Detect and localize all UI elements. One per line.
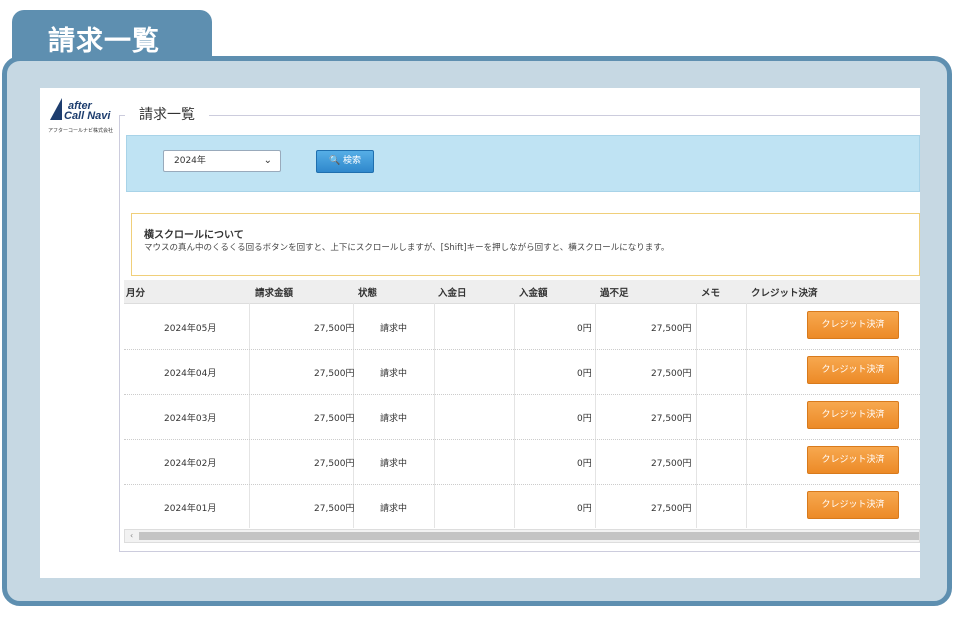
column-header-amount: 請求金額 [255,288,294,299]
column-header-credit: クレジット決済 [751,288,818,299]
cell-status: 請求中 [380,369,408,379]
notice-text: マウスの真ん中のくるくる回るボタンを回すと、上下にスクロールしますが、[Shif… [144,243,670,253]
chevron-down-icon: ⌄ [263,155,272,166]
credit-payment-button[interactable]: クレジット決済 [807,491,899,519]
table-row: 2024年04月 27,500円 請求中 0円 27,500円 クレジット決済 [124,349,920,395]
scrollbar-thumb[interactable] [139,532,919,540]
cell-amount: 27,500円 [314,324,355,334]
credit-payment-button[interactable]: クレジット決済 [807,356,899,384]
cell-amount: 27,500円 [314,504,355,514]
cell-month: 2024年02月 [164,459,217,469]
cell-balance: 27,500円 [651,414,692,424]
cell-paid-amount: 0円 [577,459,592,469]
cell-amount: 27,500円 [314,459,355,469]
credit-payment-button[interactable]: クレジット決済 [807,311,899,339]
credit-payment-button[interactable]: クレジット決済 [807,401,899,429]
horizontal-scroll-notice: 横スクロールについて マウスの真ん中のくるくる回るボタンを回すと、上下にスクロー… [131,213,920,276]
cell-month: 2024年05月 [164,324,217,334]
app-screen: after Call Navi アフターコールナビ株式会社 請求一覧 2024年… [40,88,920,578]
cell-status: 請求中 [380,459,408,469]
table-row: 2024年01月 27,500円 請求中 0円 27,500円 クレジット決済 [124,484,920,530]
cell-balance: 27,500円 [651,459,692,469]
cell-paid-amount: 0円 [577,369,592,379]
table-header: 月分 請求金額 状態 入金日 入金額 過不足 メモ クレジット決済 [124,280,920,304]
search-button-label: 検索 [343,156,362,166]
column-header-paid-amount: 入金額 [519,288,548,299]
company-logo: after Call Navi アフターコールナビ株式会社 [46,96,122,140]
page-title: 請求一覧 [48,26,160,57]
cell-paid-amount: 0円 [577,414,592,424]
logo-text-line2: Call Navi [64,110,111,122]
logo-company-name: アフターコールナビ株式会社 [48,128,114,134]
cell-balance: 27,500円 [651,504,692,514]
screenshot-frame: after Call Navi アフターコールナビ株式会社 請求一覧 2024年… [2,56,952,606]
table-row: 2024年05月 27,500円 請求中 0円 27,500円 クレジット決済 [124,304,920,350]
cell-status: 請求中 [380,504,408,514]
table-row: 2024年03月 27,500円 請求中 0円 27,500円 クレジット決済 [124,394,920,440]
cell-amount: 27,500円 [314,369,355,379]
cell-month: 2024年03月 [164,414,217,424]
table-row: 2024年02月 27,500円 請求中 0円 27,500円 クレジット決済 [124,439,920,485]
cell-amount: 27,500円 [314,414,355,424]
year-select-value: 2024年 [174,156,206,166]
section-bottom-border [119,551,920,552]
column-header-month: 月分 [126,288,146,299]
column-header-paid-date: 入金日 [438,288,467,299]
cell-status: 請求中 [380,414,408,424]
search-button[interactable]: 🔍 検索 [316,150,374,173]
section-left-border [119,115,120,551]
column-header-status: 状態 [358,288,378,299]
section-top-border [119,115,920,116]
column-header-balance: 過不足 [600,288,629,299]
cell-balance: 27,500円 [651,369,692,379]
cell-month: 2024年04月 [164,369,217,379]
cell-status: 請求中 [380,324,408,334]
cell-balance: 27,500円 [651,324,692,334]
cell-paid-amount: 0円 [577,324,592,334]
section-title: 請求一覧 [125,104,209,124]
scroll-left-arrow-icon[interactable]: ‹ [130,531,133,540]
column-header-memo: メモ [701,288,721,299]
cell-month: 2024年01月 [164,504,217,514]
year-select[interactable]: 2024年 ⌄ [163,150,281,172]
main-content: 請求一覧 2024年 ⌄ 🔍 検索 横スクロールについて マウスの真ん中のくるく… [119,88,920,578]
search-icon: 🔍 [328,156,341,166]
credit-payment-button[interactable]: クレジット決済 [807,446,899,474]
horizontal-scrollbar[interactable]: ‹ [124,529,920,543]
cell-paid-amount: 0円 [577,504,592,514]
search-panel: 2024年 ⌄ 🔍 検索 [126,135,920,192]
notice-title: 横スクロールについて [144,230,244,241]
